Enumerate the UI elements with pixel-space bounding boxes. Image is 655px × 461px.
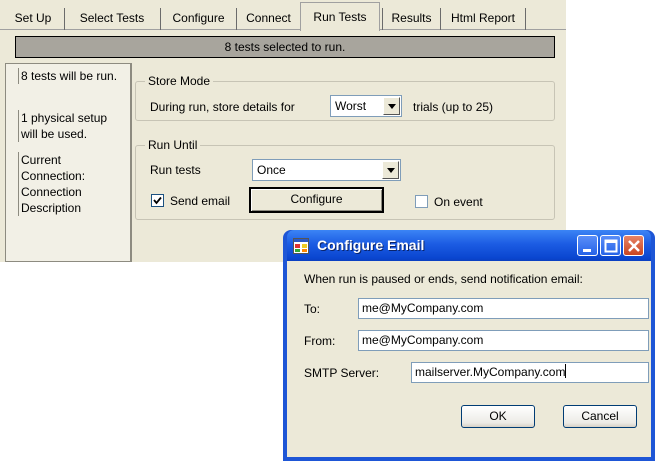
setup-summary-text: 1 physical setup will be used.: [18, 110, 126, 142]
configure-email-button[interactable]: Configure: [249, 187, 384, 213]
connection-label: Current Connection:: [18, 152, 126, 184]
run-tests-label: Run tests: [150, 163, 201, 177]
close-button[interactable]: [623, 235, 644, 256]
chevron-down-icon[interactable]: [382, 161, 399, 179]
store-mode-title: Store Mode: [145, 74, 214, 88]
configure-email-dialog: Configure Email When run is paused or en…: [283, 230, 655, 461]
run-tests-select[interactable]: Once: [252, 159, 401, 181]
chevron-down-icon[interactable]: [383, 97, 400, 115]
tab-html-report[interactable]: Html Report: [440, 8, 526, 30]
smtp-server-label: SMTP Server:: [304, 366, 380, 380]
to-label: To:: [304, 302, 321, 316]
smtp-server-field[interactable]: mailserver.MyCompany.com: [411, 362, 649, 383]
cancel-button[interactable]: Cancel: [563, 405, 637, 428]
minimize-icon: [583, 249, 591, 252]
run-tests-selected: Once: [257, 163, 286, 177]
dialog-title: Configure Email: [317, 237, 425, 253]
test-runner-window: Set Up Select Tests Configure Connect Ru…: [0, 0, 566, 262]
maximize-button[interactable]: [600, 235, 621, 256]
text-caret: [565, 364, 567, 378]
store-mode-select[interactable]: Worst: [330, 95, 402, 117]
store-mode-prefix: During run, store details for: [150, 100, 295, 114]
tab-configure[interactable]: Configure: [160, 8, 236, 30]
tab-connect[interactable]: Connect: [236, 8, 300, 30]
maximize-icon: [604, 239, 618, 253]
selection-status-bar: 8 tests selected to run.: [15, 36, 555, 58]
tab-select-tests[interactable]: Select Tests: [64, 8, 159, 30]
tab-run-tests[interactable]: Run Tests: [300, 2, 380, 31]
send-email-checkbox[interactable]: [151, 194, 164, 207]
on-event-label: On event: [434, 195, 483, 209]
ok-button[interactable]: OK: [461, 405, 535, 428]
dialog-instruction: When run is paused or ends, send notific…: [304, 272, 583, 286]
dialog-body: When run is paused or ends, send notific…: [287, 261, 651, 457]
tab-results[interactable]: Results: [382, 8, 440, 30]
to-field[interactable]: me@MyCompany.com: [358, 298, 649, 319]
dialog-titlebar[interactable]: Configure Email: [287, 230, 651, 261]
from-label: From:: [304, 334, 336, 348]
app-window-icon: [293, 238, 309, 257]
summary-panel: 8 tests will be run. 1 physical setup wi…: [5, 63, 132, 262]
store-mode-suffix: trials (up to 25): [413, 100, 494, 114]
from-field[interactable]: me@MyCompany.com: [358, 330, 649, 351]
tests-summary-text: 8 tests will be run.: [18, 68, 126, 84]
run-until-title: Run Until: [145, 138, 201, 152]
store-mode-selected: Worst: [335, 99, 367, 113]
tab-strip: Set Up Select Tests Configure Connect Ru…: [0, 0, 566, 31]
smtp-server-value: mailserver.MyCompany.com: [415, 365, 566, 379]
connection-description: Connection Description: [18, 184, 126, 216]
send-email-label: Send email: [170, 194, 231, 208]
on-event-checkbox[interactable]: [415, 195, 428, 208]
close-icon: [628, 240, 640, 252]
tab-set-up[interactable]: Set Up: [5, 8, 61, 30]
minimize-button[interactable]: [577, 235, 598, 256]
